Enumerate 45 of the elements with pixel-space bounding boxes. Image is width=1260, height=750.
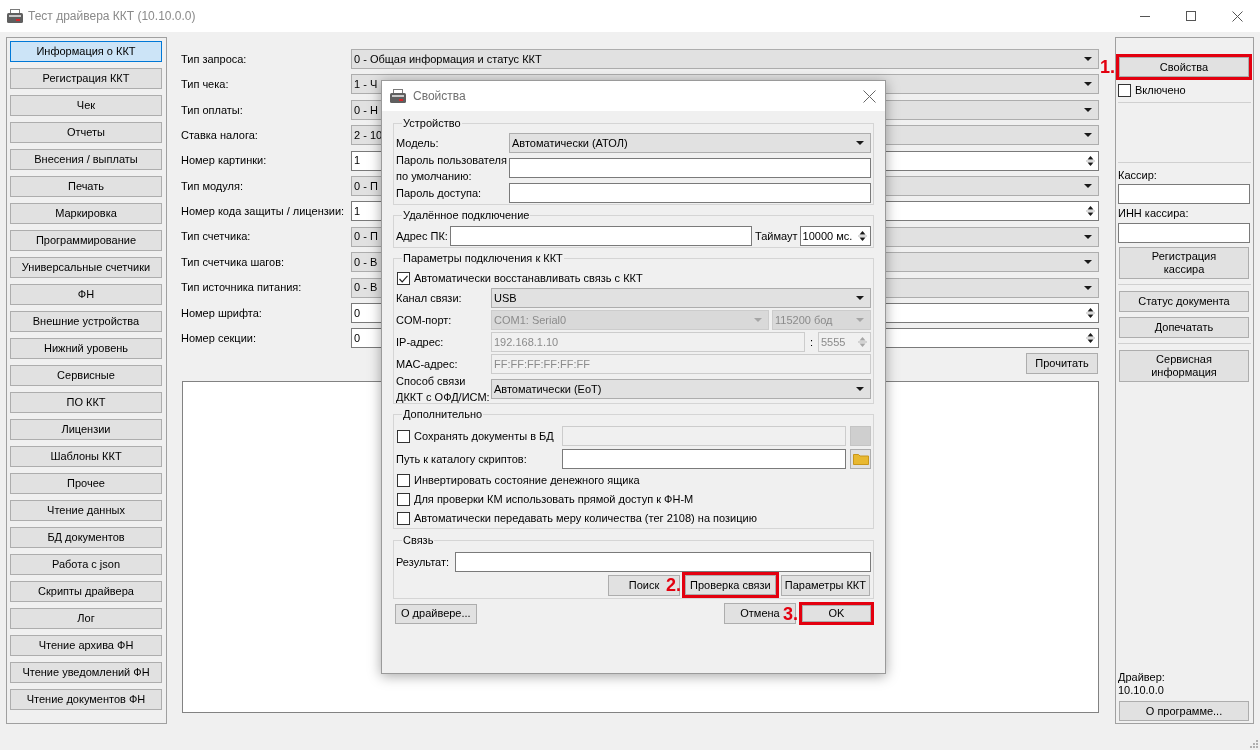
field-label: Путь к каталогу скриптов: (396, 452, 527, 465)
field-label: Номер секции: (181, 332, 256, 345)
field-label: IP-адрес: (396, 335, 444, 348)
checkbox-label: Инвертировать состояние денежного ящика (414, 474, 640, 487)
field-label: COM-порт: (396, 313, 452, 326)
field-label: Способ связи ДККТ с ОФД/ИСМ: (396, 374, 490, 403)
field-label: Номер шрифта: (181, 306, 262, 319)
field-label: Ставка налога: (181, 128, 258, 141)
group-title: Удалённое подключение (402, 209, 531, 222)
field-label: Тип модуля: (181, 179, 243, 192)
checkbox-label: Включено (1135, 84, 1186, 97)
field-label: Номер кода защиты / лицензии: (181, 205, 345, 218)
checkbox-label: Для проверки КМ использовать прямой доступ к ФН-М (414, 493, 694, 506)
field-label: Драйвер: (1118, 671, 1165, 684)
checkbox-label: Автоматически передавать меру количества (тег 2108) на позицию (414, 512, 757, 525)
field-label: Тип оплаты: (181, 103, 243, 116)
field-label: Таймаут (755, 229, 798, 243)
checkbox-label: Автоматически восстанавливать связь с ККТ (414, 272, 643, 285)
step-number: 2. (666, 576, 682, 594)
field-label: : (809, 335, 813, 349)
field-label: 10.10.0.0 (1118, 684, 1164, 697)
field-label: Пароль пользователя по умолчанию: (396, 153, 507, 182)
checkbox-label: Сохранять документы в БД (414, 429, 554, 443)
field-label: Номер картинки: (181, 154, 267, 167)
dialog-title: Свойства (413, 88, 466, 105)
field-label: Результат: (396, 555, 450, 568)
field-label: Тип чека: (181, 78, 229, 91)
field-label: Тип счетчика: (181, 230, 251, 243)
group-title: Параметры подключения к ККТ (402, 252, 564, 265)
step-number: 1. (1100, 58, 1115, 76)
field-label: Тип запроса: (181, 52, 247, 65)
group-title: Устройство (402, 117, 462, 130)
field-label: Тип источника питания: (181, 281, 302, 294)
field-label: ИНН кассира: (1118, 207, 1189, 220)
field-label: MAC-адрес: (396, 357, 458, 370)
step-number: 3. (783, 604, 798, 623)
field-label: Пароль доступа: (396, 186, 482, 199)
field-label: Тип счетчика шагов: (181, 255, 285, 268)
window-title: Тест драйвера ККТ (10.10.0.0) (28, 8, 196, 25)
group-title: Дополнительно (402, 408, 484, 421)
field-label: Модель: (396, 136, 439, 149)
field-label: Кассир: (1118, 169, 1157, 182)
field-label: Адрес ПК: (396, 229, 448, 242)
field-label: Канал связи: (396, 291, 462, 304)
group-title: Связь (402, 534, 435, 547)
